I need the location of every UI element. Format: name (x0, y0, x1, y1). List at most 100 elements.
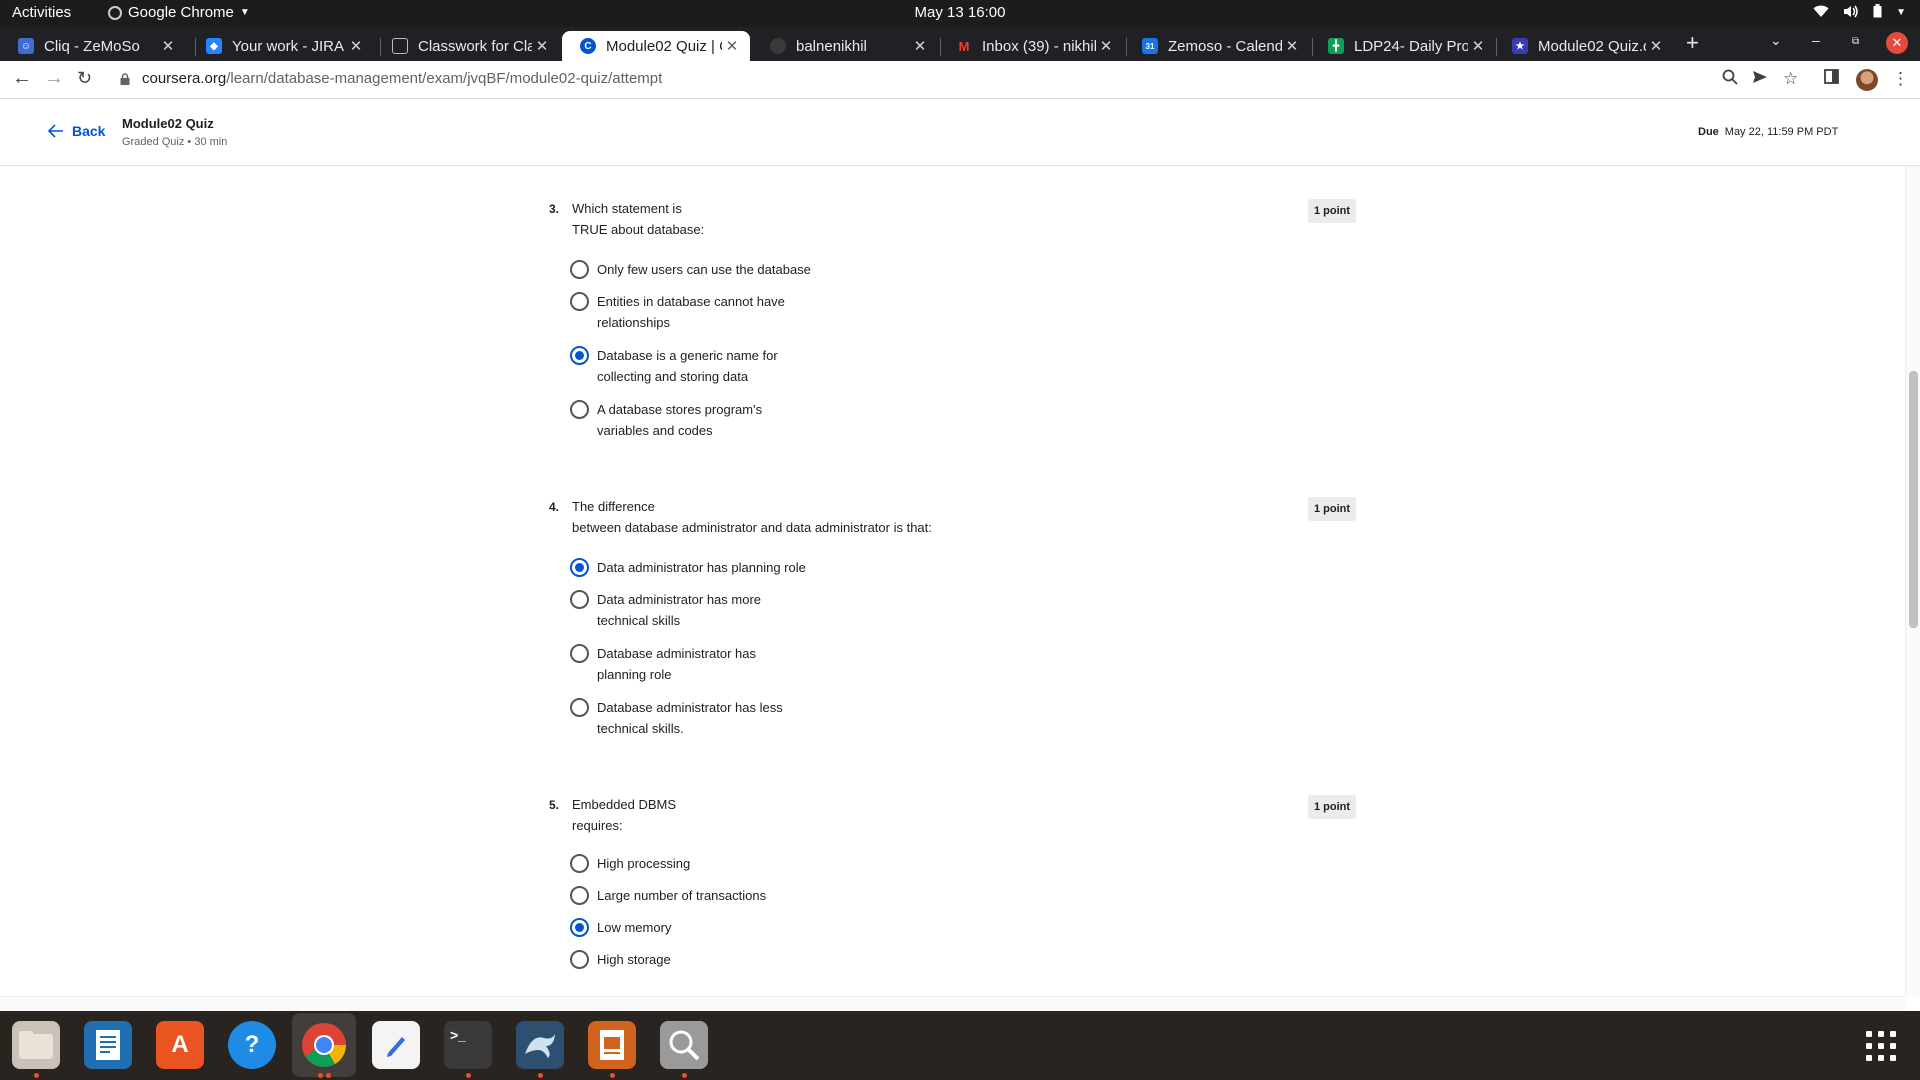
radio-button[interactable] (570, 292, 589, 311)
minimize-button[interactable]: – (1812, 32, 1820, 48)
option-label: Database administrator has planning role (597, 646, 756, 682)
horizontal-scrollbar[interactable] (0, 996, 1905, 1011)
radio-button[interactable] (570, 698, 589, 717)
tab-search-chevron-icon[interactable]: ⌄ (1770, 32, 1782, 49)
radio-button[interactable] (570, 400, 589, 419)
tab-docs[interactable]: ★ Module02 Quiz.d ✕ (1494, 31, 1674, 61)
tab-title: Classwork for Clas (418, 37, 532, 55)
radio-button-selected[interactable] (570, 346, 589, 365)
vertical-scrollbar[interactable] (1905, 166, 1920, 996)
question-text: The difference between database administ… (572, 499, 932, 535)
more-menu-icon[interactable]: ⋮ (1892, 69, 1909, 89)
writer-icon[interactable] (84, 1021, 132, 1069)
close-tab-icon[interactable]: ✕ (1282, 37, 1302, 55)
answer-option[interactable]: Database is a generic name for collectin… (570, 346, 797, 387)
calendar-icon: 31 (1142, 38, 1158, 54)
impress-icon[interactable] (588, 1021, 636, 1069)
close-tab-icon[interactable]: ✕ (532, 37, 552, 55)
new-tab-button[interactable]: + (1686, 30, 1699, 56)
activities-button[interactable]: Activities (12, 4, 71, 21)
radio-button-selected[interactable] (570, 558, 589, 577)
question-number: 3. (549, 202, 560, 216)
mysql-workbench-icon[interactable] (516, 1021, 564, 1069)
chrome-icon[interactable] (292, 1013, 356, 1077)
answer-option[interactable]: Low memory (570, 918, 897, 938)
tab-gmail[interactable]: M Inbox (39) - nikhil. ✕ (938, 31, 1124, 61)
system-tray[interactable]: ▼ (1813, 4, 1906, 21)
answer-option[interactable]: Data administrator has more technical sk… (570, 590, 797, 631)
tab-classroom[interactable]: Classwork for Clas ✕ (374, 31, 560, 61)
tab-title: Inbox (39) - nikhil. (982, 37, 1096, 55)
lock-icon[interactable] (120, 72, 130, 85)
answer-option[interactable]: A database stores program's variables an… (570, 400, 797, 441)
option-label: Database is a generic name for collectin… (597, 348, 778, 384)
answer-option[interactable]: Database administrator has planning role (570, 644, 797, 685)
dock: A ? >_ (0, 1011, 1920, 1080)
back-label: Back (72, 123, 106, 139)
answer-option[interactable]: Database administrator has less technica… (570, 698, 797, 739)
window-close-button[interactable]: ✕ (1886, 32, 1908, 54)
points-badge: 1 point (1308, 497, 1356, 521)
system-menu-caret-icon: ▼ (1896, 7, 1906, 18)
tab-title: balnenikhil (796, 37, 867, 55)
radio-button[interactable] (570, 260, 589, 279)
answer-option[interactable]: Entities in database cannot have relatio… (570, 292, 797, 333)
close-tab-icon[interactable]: ✕ (1468, 37, 1488, 55)
answer-option[interactable]: High processing (570, 854, 897, 874)
show-applications-icon[interactable] (1866, 1031, 1896, 1061)
close-tab-icon[interactable]: ✕ (722, 37, 742, 55)
answer-option[interactable]: Data administrator has planning role (570, 558, 897, 578)
due-label: Due (1698, 126, 1719, 138)
zoom-icon[interactable] (1722, 69, 1738, 90)
tab-module02-quiz[interactable]: C Module02 Quiz | C ✕ (562, 31, 750, 61)
profile-avatar[interactable] (1856, 69, 1878, 91)
radio-button-selected[interactable] (570, 918, 589, 937)
tab-sheets[interactable]: ╋ LDP24- Daily Prog ✕ (1310, 31, 1496, 61)
tab-title: Your work - JIRA (232, 37, 344, 55)
close-tab-icon[interactable]: ✕ (158, 37, 178, 55)
side-panel-icon[interactable] (1824, 69, 1839, 89)
radio-button[interactable] (570, 854, 589, 873)
radio-button[interactable] (570, 644, 589, 663)
close-tab-icon[interactable]: ✕ (346, 37, 366, 55)
files-icon[interactable] (12, 1021, 60, 1069)
text-editor-icon[interactable] (372, 1021, 420, 1069)
points-badge: 1 point (1308, 199, 1356, 223)
tab-github[interactable]: balnenikhil ✕ (752, 31, 938, 61)
restore-button[interactable]: ⧉ (1852, 36, 1859, 47)
back-arrow-icon[interactable]: ← (12, 67, 32, 90)
terminal-icon[interactable]: >_ (444, 1021, 492, 1069)
answer-option[interactable]: Large number of transactions (570, 886, 897, 906)
radio-button[interactable] (570, 950, 589, 969)
option-label: High processing (597, 856, 691, 871)
due-date: Due May 22, 11:59 PM PDT (1698, 126, 1838, 138)
answer-option[interactable]: Only few users can use the database (570, 260, 897, 280)
coursera-icon: C (580, 38, 596, 54)
radio-button[interactable] (570, 886, 589, 905)
close-tab-icon[interactable]: ✕ (910, 37, 930, 55)
url-host: coursera.org (142, 70, 227, 87)
forward-arrow-icon[interactable]: → (44, 67, 64, 90)
app-menu[interactable]: Google Chrome ▼ (108, 4, 250, 21)
tab-calendar[interactable]: 31 Zemoso - Calenda ✕ (1124, 31, 1310, 61)
close-tab-icon[interactable]: ✕ (1096, 37, 1116, 55)
answer-option[interactable]: High storage (570, 950, 897, 970)
option-label: Data administrator has more technical sk… (597, 592, 762, 628)
clock[interactable]: May 13 16:00 (0, 4, 1920, 21)
tab-jira[interactable]: ◆ Your work - JIRA ✕ (188, 31, 374, 61)
tab-cliq[interactable]: ☺ Cliq - ZeMoSo ✕ (0, 31, 186, 61)
help-icon[interactable]: ? (228, 1021, 276, 1069)
points-badge: 1 point (1308, 795, 1356, 819)
back-button[interactable]: Back (48, 123, 105, 139)
scrollbar-thumb[interactable] (1909, 371, 1918, 628)
radio-button[interactable] (570, 590, 589, 609)
app-center-icon[interactable]: A (156, 1021, 204, 1069)
address-bar[interactable]: coursera.org/learn/database-management/e… (142, 70, 662, 87)
image-viewer-icon[interactable] (660, 1021, 708, 1069)
reload-icon[interactable]: ↻ (77, 68, 92, 89)
send-tab-icon[interactable] (1752, 69, 1768, 90)
close-tab-icon[interactable]: ✕ (1646, 37, 1666, 55)
system-top-bar: Activities Google Chrome ▼ May 13 16:00 … (0, 0, 1920, 27)
url-path: /learn/database-management/exam/jvqBF/mo… (226, 70, 663, 87)
bookmark-star-icon[interactable]: ☆ (1783, 69, 1798, 89)
